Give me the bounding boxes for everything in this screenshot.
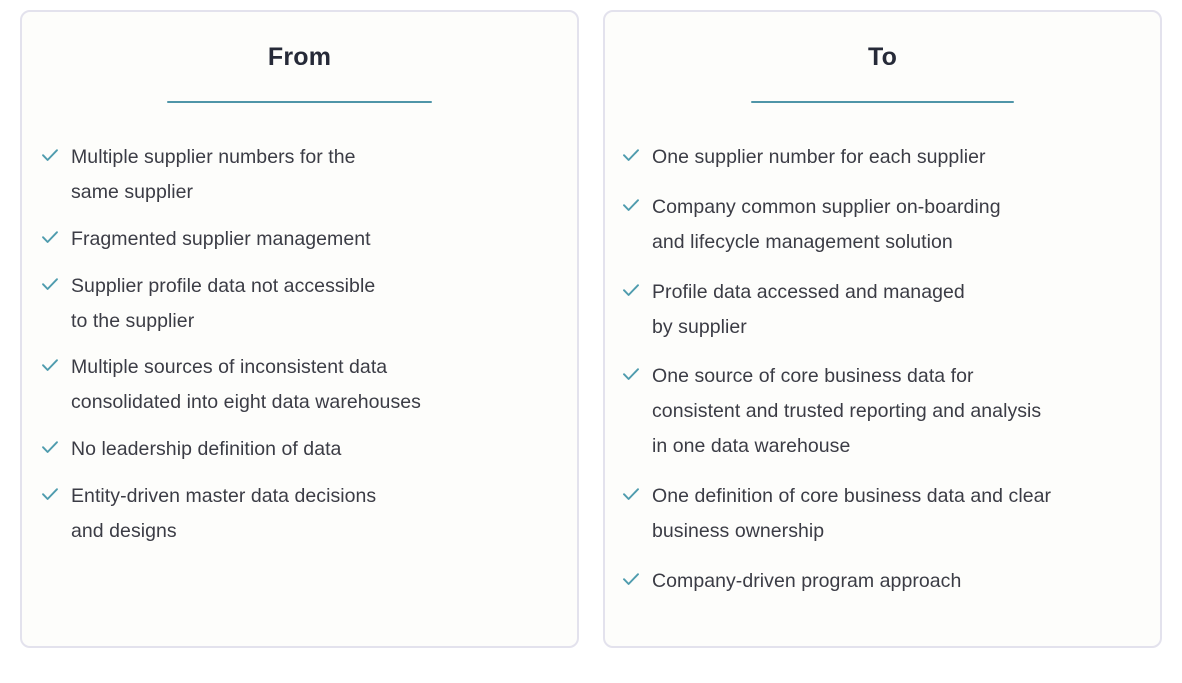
list-item: Supplier profile data not accessible to … (40, 269, 553, 339)
list-item: Fragmented supplier management (40, 222, 553, 257)
list-item-label: Entity-driven master data decisions and … (71, 485, 377, 543)
list-item-label: Fragmented supplier management (71, 227, 371, 250)
check-icon (40, 355, 60, 375)
list-item: Profile data accessed and managed by sup… (621, 275, 1146, 345)
from-panel: From Multiple supplier numbers for the s… (20, 10, 579, 648)
list-item: Company common supplier on-boarding and … (621, 190, 1146, 260)
list-item: One definition of core business data and… (621, 479, 1146, 549)
from-benefit-list: Multiple supplier numbers for the same s… (22, 103, 577, 549)
list-item-label: One definition of core business data and… (652, 485, 1052, 543)
list-item-label: Multiple sources of inconsistent data co… (71, 356, 421, 414)
list-item-label: Company common supplier on-boarding and … (652, 195, 1001, 253)
check-icon (40, 274, 60, 294)
list-item: Multiple sources of inconsistent data co… (40, 350, 553, 420)
list-item-label: Profile data accessed and managed by sup… (652, 280, 965, 338)
from-to-comparison-board: From Multiple supplier numbers for the s… (0, 0, 1182, 683)
check-icon (621, 364, 641, 384)
list-item-label: No leadership definition of data (71, 438, 342, 461)
from-panel-title: From (267, 43, 332, 71)
check-icon (621, 484, 641, 504)
list-item-label: One source of core business data for con… (652, 365, 1042, 458)
check-icon (40, 227, 60, 247)
to-panel-title: To (867, 43, 898, 71)
list-item-label: Company-driven program approach (652, 569, 962, 592)
from-panel-header: From (22, 12, 577, 103)
list-item: Company-driven program approach (621, 564, 1146, 599)
list-item: One supplier number for each supplier (621, 140, 1146, 175)
list-item: No leadership definition of data (40, 432, 553, 467)
list-item-label: Multiple supplier numbers for the same s… (71, 146, 356, 203)
check-icon (621, 145, 641, 165)
to-panel-header: To (605, 12, 1160, 103)
check-icon (621, 569, 641, 589)
check-icon (621, 280, 641, 300)
check-icon (40, 145, 60, 165)
list-item: One source of core business data for con… (621, 359, 1146, 464)
list-item-label: Supplier profile data not accessible to … (71, 274, 376, 332)
check-icon (621, 195, 641, 215)
list-item: Entity-driven master data decisions and … (40, 479, 553, 549)
check-icon (40, 437, 60, 457)
check-icon (40, 484, 60, 504)
to-panel: To One supplier number for each supplier… (603, 10, 1162, 648)
to-benefit-list: One supplier number for each supplier Co… (605, 103, 1160, 599)
list-item-label: One supplier number for each supplier (652, 146, 986, 168)
list-item: Multiple supplier numbers for the same s… (40, 140, 553, 210)
